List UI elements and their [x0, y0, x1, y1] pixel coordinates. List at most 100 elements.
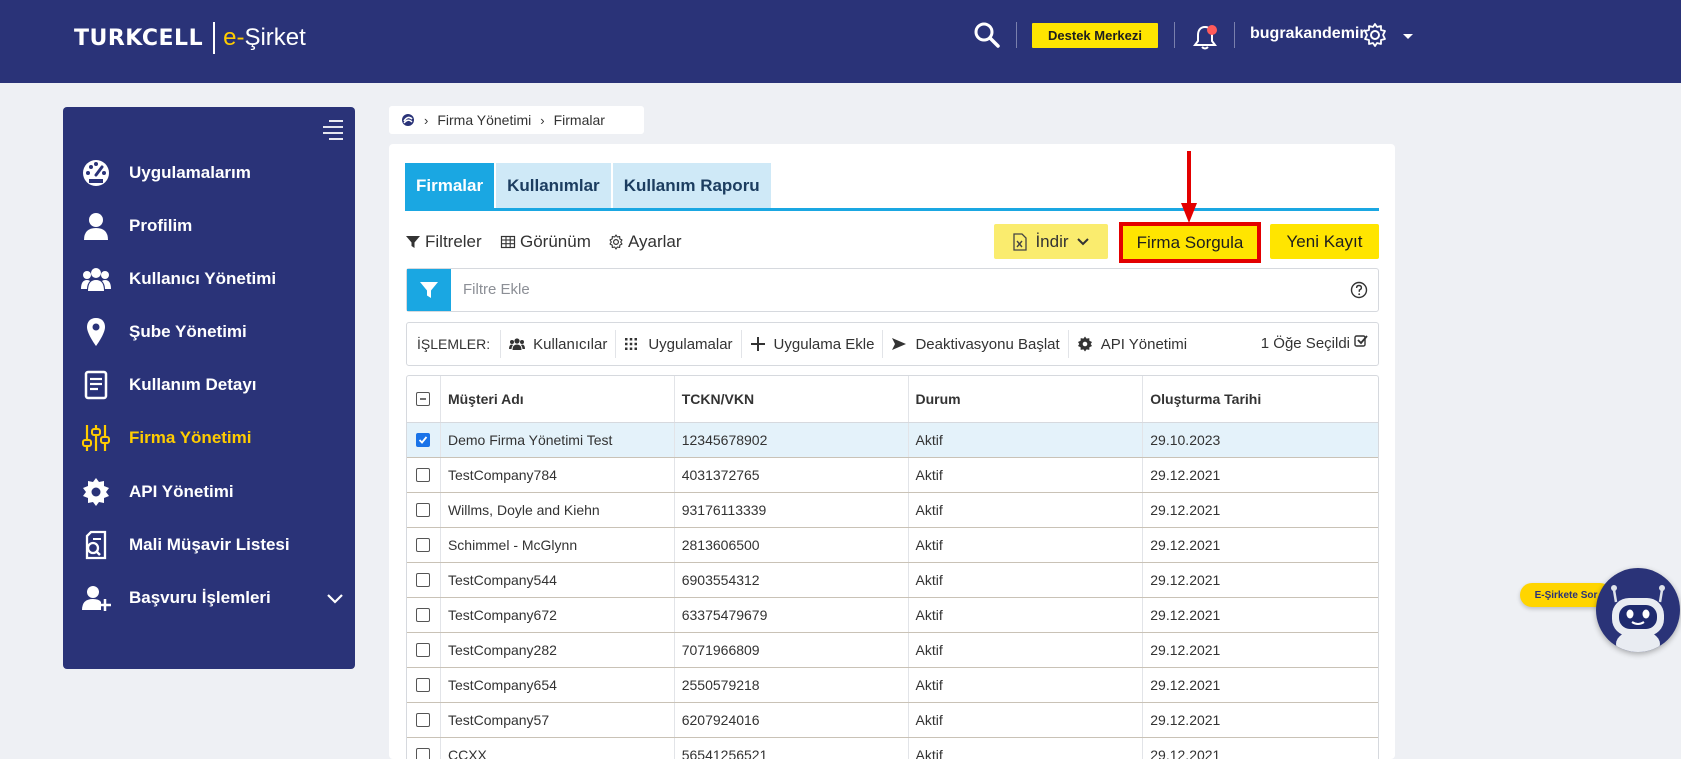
- table-row[interactable]: CCXX 56541256521 Aktif 29.12.2021: [407, 738, 1378, 759]
- column-header-status[interactable]: Durum: [907, 376, 1143, 422]
- filters-button[interactable]: Filtreler: [405, 232, 482, 252]
- sidebar-item-label: Uygulamalarım: [129, 163, 251, 182]
- breadcrumb-separator: ›: [424, 112, 429, 128]
- bell-icon[interactable]: [1191, 23, 1219, 51]
- cell-tckn-vkn: 6903554312: [673, 563, 908, 597]
- filter-toggle-button[interactable]: [407, 269, 451, 311]
- op-users-button[interactable]: Kullanıcılar: [500, 330, 615, 358]
- view-button[interactable]: Görünüm: [500, 232, 591, 252]
- plus-icon: [750, 336, 766, 352]
- sidebar-item-usage-detail[interactable]: Kullanım Detayı: [80, 365, 350, 405]
- home-logo-icon[interactable]: [401, 113, 415, 127]
- op-api-management-button[interactable]: API Yönetimi: [1067, 330, 1195, 358]
- select-all-checkbox[interactable]: [416, 392, 431, 406]
- sidebar-item-accountant-list[interactable]: Mali Müşavir Listesi: [80, 525, 350, 565]
- chevron-down-icon[interactable]: [326, 590, 344, 608]
- op-add-application-button[interactable]: Uygulama Ekle: [740, 330, 883, 358]
- row-checkbox[interactable]: [416, 713, 431, 727]
- op-applications-button[interactable]: Uygulamalar: [615, 330, 740, 358]
- row-checkbox[interactable]: [416, 538, 431, 552]
- row-checkbox[interactable]: [416, 433, 431, 447]
- cell-status: Aktif: [907, 668, 1143, 702]
- tab-usage-report[interactable]: Kullanım Raporu: [612, 163, 771, 208]
- table-row[interactable]: Schimmel - McGlynn 2813606500 Aktif 29.12.2…: [407, 528, 1378, 563]
- row-checkbox[interactable]: [416, 608, 431, 622]
- tab-underline: [405, 208, 1379, 211]
- table-row[interactable]: TestCompany672 63375479679 Aktif 29.12.2021: [407, 598, 1378, 633]
- gear-icon: [1077, 336, 1093, 352]
- row-checkbox[interactable]: [416, 468, 431, 482]
- operations-label: İŞLEMLER:: [417, 336, 491, 352]
- table-row[interactable]: Willms, Doyle and Kiehn 93176113339 Aktif 2…: [407, 493, 1378, 528]
- cell-tckn-vkn: 56541256521: [673, 738, 908, 759]
- sidebar-item-branch-management[interactable]: Şube Yönetimi: [80, 312, 350, 352]
- row-checkbox[interactable]: [416, 748, 431, 759]
- chatbot-widget[interactable]: E-Şirkete Sor: [1520, 568, 1680, 658]
- row-checkbox-cell: [407, 573, 440, 587]
- chatbot-button[interactable]: [1596, 568, 1680, 652]
- breadcrumb-separator: ›: [540, 112, 545, 128]
- row-checkbox[interactable]: [416, 678, 431, 692]
- table-row[interactable]: TestCompany544 6903554312 Aktif 29.12.2021: [407, 563, 1378, 598]
- sidebar-item-api-management[interactable]: API Yönetimi: [80, 472, 350, 512]
- sidebar-item-label: Profilim: [129, 216, 193, 235]
- help-center-button[interactable]: Destek Merkezi: [1032, 23, 1158, 48]
- send-icon: [891, 336, 907, 352]
- filter-input[interactable]: [463, 281, 1263, 298]
- gear-icon[interactable]: [1362, 22, 1388, 48]
- settings-button[interactable]: Ayarlar: [608, 232, 682, 252]
- row-checkbox[interactable]: [416, 643, 431, 657]
- sidebar-item-applications[interactable]: Uygulamalarım: [80, 153, 350, 193]
- company-query-button[interactable]: Firma Sorgula: [1119, 222, 1261, 263]
- column-header-customer-name[interactable]: Müşteri Adı: [439, 376, 674, 422]
- red-arrow-annotation: [1181, 151, 1197, 223]
- brand-logo[interactable]: TURKCELL e-Şirket: [74, 22, 306, 54]
- search-icon[interactable]: [973, 21, 1001, 49]
- brand-e-prefix: e-: [223, 24, 245, 51]
- table-row[interactable]: TestCompany784 4031372765 Aktif 29.12.2021: [407, 458, 1378, 493]
- sidebar-item-applications-process[interactable]: Başvuru İşlemleri: [80, 578, 350, 618]
- cell-created-date: 29.12.2021: [1142, 563, 1378, 597]
- row-checkbox[interactable]: [416, 503, 431, 517]
- help-circle-icon[interactable]: [1350, 281, 1368, 299]
- op-start-deactivation-button[interactable]: Deaktivasyonu Başlat: [882, 330, 1067, 358]
- funnel-icon: [420, 282, 438, 298]
- download-button[interactable]: İndir: [994, 224, 1108, 259]
- sidebar-item-profile[interactable]: Profilim: [80, 206, 350, 246]
- brand-esirket-text: e-Şirket: [223, 24, 306, 52]
- menu-toggle-icon[interactable]: [321, 118, 343, 142]
- cell-tckn-vkn: 93176113339: [673, 493, 908, 527]
- top-header: TURKCELL e-Şirket Destek Merkezi bugraka…: [0, 0, 1681, 83]
- breadcrumb-item-companies[interactable]: Firmalar: [554, 112, 605, 128]
- cell-status: Aktif: [907, 738, 1143, 759]
- column-header-tckn-vkn[interactable]: TCKN/VKN: [673, 376, 908, 422]
- selected-count[interactable]: 1 Öğe Seçildi: [1261, 334, 1368, 352]
- tab-companies[interactable]: Firmalar: [405, 163, 495, 208]
- row-checkbox[interactable]: [416, 573, 431, 587]
- new-record-button[interactable]: Yeni Kayıt: [1270, 224, 1379, 259]
- cell-customer-name: Demo Firma Yönetimi Test: [439, 423, 674, 457]
- chevron-down-icon[interactable]: [1400, 28, 1416, 44]
- user-plus-icon: [80, 582, 112, 614]
- checkbox-checked-icon: [1354, 334, 1368, 347]
- table-row[interactable]: TestCompany57 6207924016 Aktif 29.12.2021: [407, 703, 1378, 738]
- sidebar-item-company-management[interactable]: Firma Yönetimi: [80, 418, 350, 458]
- row-checkbox-cell: [407, 678, 440, 692]
- column-header-created-date[interactable]: Oluşturma Tarihi: [1142, 376, 1378, 422]
- username-label[interactable]: bugrakandemir: [1250, 25, 1366, 43]
- cell-customer-name: TestCompany784: [439, 458, 674, 492]
- row-checkbox-cell: [407, 748, 440, 759]
- breadcrumb-item-company-management[interactable]: Firma Yönetimi: [437, 112, 531, 128]
- table-row[interactable]: TestCompany654 2550579218 Aktif 29.12.2021: [407, 668, 1378, 703]
- row-checkbox-cell: [407, 713, 440, 727]
- tab-usages[interactable]: Kullanımlar: [496, 163, 611, 208]
- cell-status: Aktif: [907, 423, 1143, 457]
- sliders-icon: [80, 422, 112, 454]
- cell-tckn-vkn: 4031372765: [673, 458, 908, 492]
- table-row[interactable]: TestCompany282 7071966809 Aktif 29.12.2021: [407, 633, 1378, 668]
- cell-created-date: 29.12.2021: [1142, 738, 1378, 759]
- sidebar-item-user-management[interactable]: Kullanıcı Yönetimi: [80, 259, 350, 299]
- tab-bar: Firmalar Kullanımlar Kullanım Raporu: [405, 163, 773, 211]
- sidebar-item-label: API Yönetimi: [129, 482, 234, 501]
- table-row[interactable]: Demo Firma Yönetimi Test 12345678902 Aktif…: [407, 423, 1378, 458]
